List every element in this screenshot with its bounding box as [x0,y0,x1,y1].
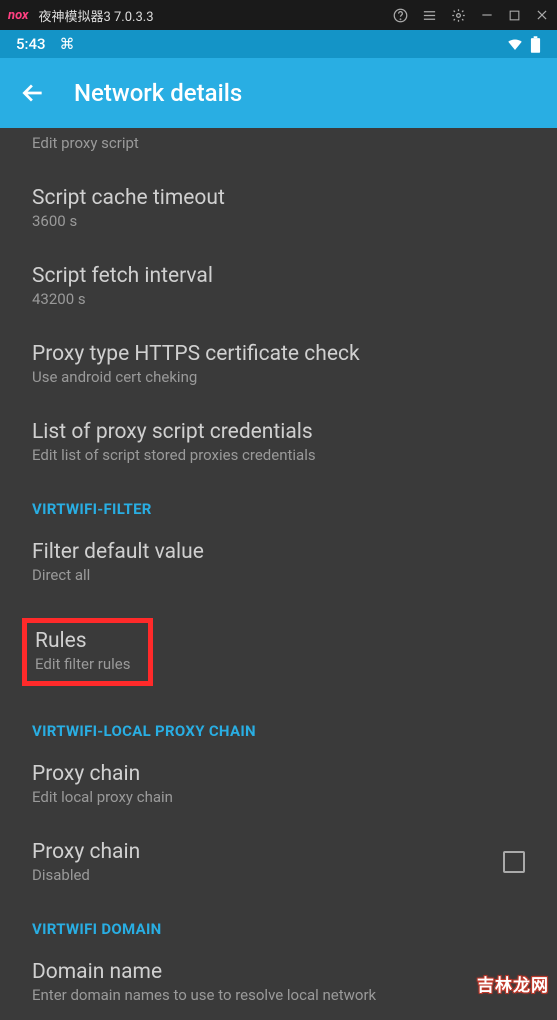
status-time: 5:43 [16,35,46,53]
watermark: 吉林龙网 [477,971,549,996]
android-statusbar: 5:43 ⌘ [0,30,557,58]
help-icon[interactable] [393,8,408,23]
item-script-sub: Edit proxy script [32,134,525,152]
battery-icon [530,36,541,53]
item-rules[interactable]: Rules Edit filter rules [0,602,557,704]
window-controls [393,8,549,23]
item-proxy-chain-toggle[interactable]: Proxy chain Disabled [0,824,557,902]
app-bar: Network details [0,58,557,128]
section-virtwifi-filter: VIRTWIFI-FILTER [0,482,557,524]
item-filter-default[interactable]: Filter default value Direct all [0,524,557,602]
settings-list[interactable]: Script Edit proxy script Script cache ti… [0,128,557,1020]
maximize-icon[interactable] [508,9,521,22]
close-icon[interactable] [535,8,549,22]
window-title: 夜神模拟器3 7.0.3.3 [38,6,393,25]
minimize-icon[interactable] [480,8,494,22]
wifi-icon [506,35,524,53]
item-proxy-credentials[interactable]: List of proxy script credentials Edit li… [0,404,557,482]
item-script-cache-timeout[interactable]: Script cache timeout 3600 s [0,170,557,248]
nox-logo: nox [8,8,28,23]
proxy-chain-checkbox[interactable] [503,851,525,873]
menu-icon[interactable] [422,8,437,23]
command-icon: ⌘ [60,35,75,53]
section-virtwifi-chain: VIRTWIFI-LOCAL PROXY CHAIN [0,704,557,746]
section-virtwifi-domain: VIRTWIFI DOMAIN [0,902,557,944]
emulator-titlebar: nox 夜神模拟器3 7.0.3.3 [0,0,557,30]
item-script-fetch-interval[interactable]: Script fetch interval 43200 s [0,248,557,326]
item-domain-name[interactable]: Domain name Enter domain names to use to… [0,944,557,1020]
gear-icon[interactable] [451,8,466,23]
highlight-box: Rules Edit filter rules [22,618,153,686]
page-title: Network details [74,79,242,107]
item-script[interactable]: Script Edit proxy script [0,128,557,170]
item-proxy-chain-edit[interactable]: Proxy chain Edit local proxy chain [0,746,557,824]
item-cert-check[interactable]: Proxy type HTTPS certificate check Use a… [0,326,557,404]
back-button[interactable] [20,80,46,106]
